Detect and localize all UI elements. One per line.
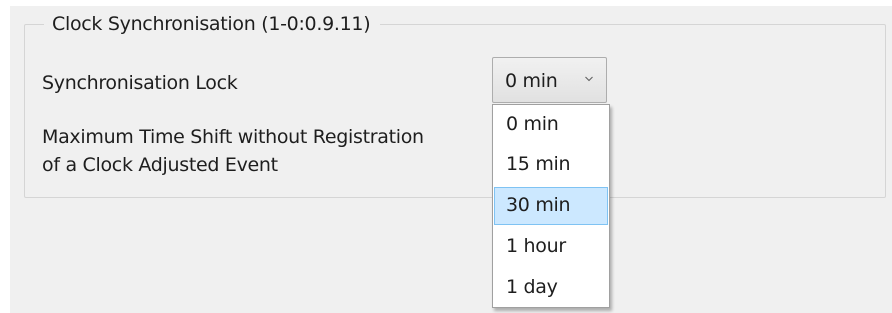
option-15-min[interactable]: 15 min [494, 146, 608, 184]
synchronisation-lock-dropdown: 0 min 15 min 30 min 1 hour 1 day [492, 104, 610, 308]
group-title: Clock Synchronisation (1-0:0.9.11) [44, 12, 381, 36]
chevron-down-icon[interactable] [585, 75, 593, 83]
option-30-min[interactable]: 30 min [494, 187, 608, 225]
max-time-shift-label-line1: Maximum Time Shift without Registration [42, 126, 424, 148]
synchronisation-lock-combobox[interactable]: 0 min [492, 57, 607, 103]
synchronisation-lock-label: Synchronisation Lock [42, 72, 238, 94]
max-time-shift-label-line2: of a Clock Adjusted Event [42, 154, 278, 176]
option-1-day[interactable]: 1 day [494, 269, 608, 307]
option-0-min[interactable]: 0 min [494, 106, 608, 144]
option-1-hour[interactable]: 1 hour [494, 228, 608, 266]
combobox-selected-value: 0 min [505, 70, 558, 92]
